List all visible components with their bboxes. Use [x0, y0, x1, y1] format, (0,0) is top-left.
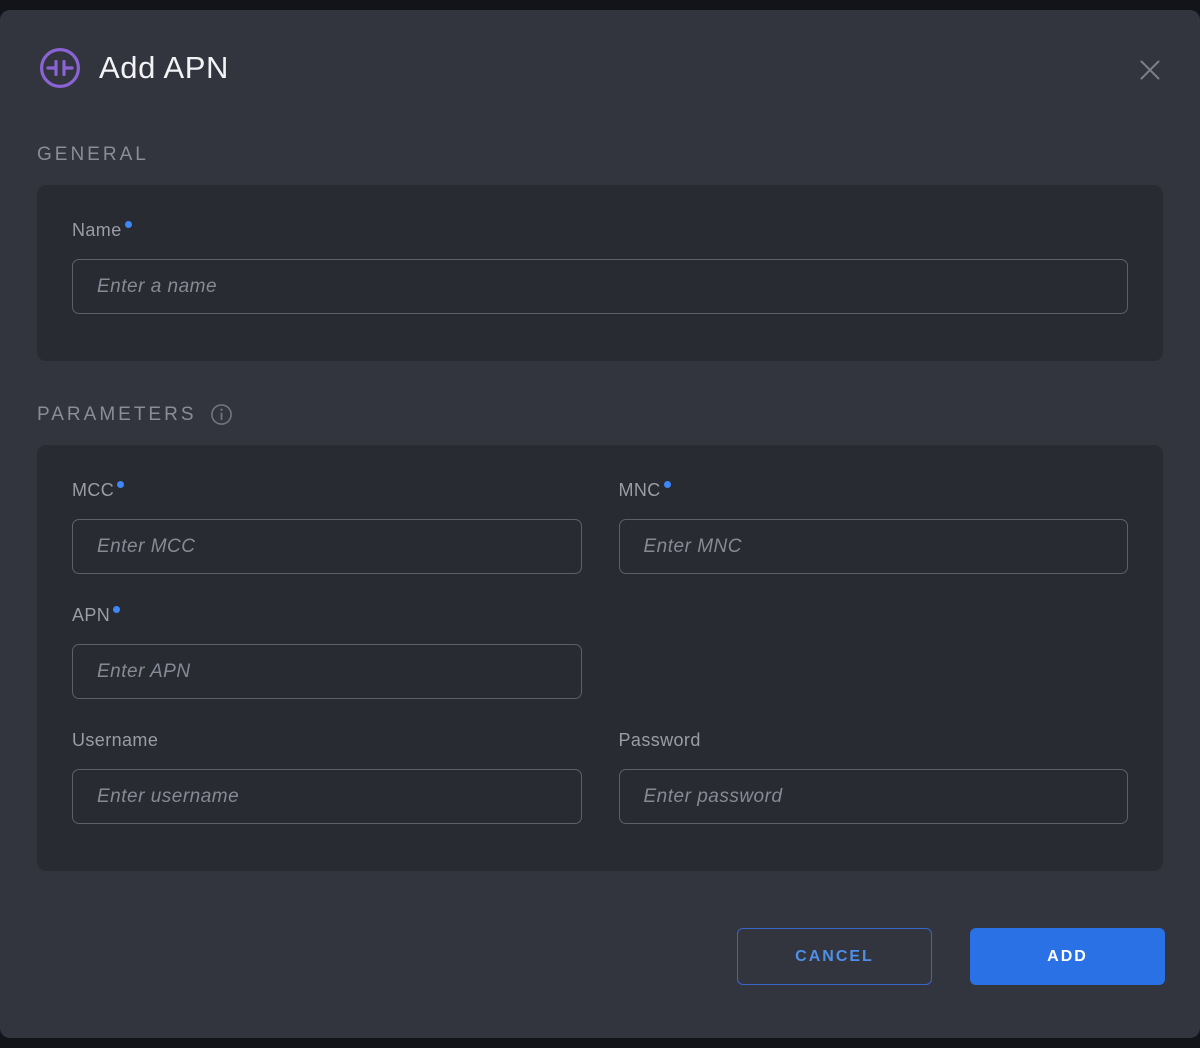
required-dot [117, 481, 124, 488]
modal-title: Add APN [99, 50, 229, 86]
add-apn-modal: Add APN GENERAL Name PARAMETERS [0, 10, 1200, 1038]
screen-backdrop: Add APN GENERAL Name PARAMETERS [0, 0, 1200, 1048]
required-dot [125, 221, 132, 228]
cancel-button[interactable]: CANCEL [737, 928, 932, 985]
mcc-label: MCC [72, 480, 582, 501]
section-parameters-label: PARAMETERS [37, 404, 197, 426]
password-input[interactable] [619, 769, 1129, 824]
modal-footer: CANCEL ADD [0, 928, 1200, 985]
username-input[interactable] [72, 769, 582, 824]
field-password: Password [619, 730, 1129, 824]
parameters-grid: MCC MNC APN Username Password [72, 480, 1128, 824]
apn-input[interactable] [72, 644, 582, 699]
password-label-text: Password [619, 730, 701, 750]
apn-connector-icon [38, 46, 82, 90]
required-dot [664, 481, 671, 488]
empty-grid-cell [619, 605, 1129, 699]
mnc-input[interactable] [619, 519, 1129, 574]
apn-label-text: APN [72, 605, 110, 625]
field-name: Name [72, 220, 1128, 314]
username-label-text: Username [72, 730, 158, 750]
field-apn: APN [72, 605, 582, 699]
info-icon[interactable] [210, 403, 233, 426]
add-button[interactable]: ADD [970, 928, 1165, 985]
section-header-general: GENERAL [37, 144, 1163, 166]
field-mnc: MNC [619, 480, 1129, 574]
name-label: Name [72, 220, 1128, 241]
apn-label: APN [72, 605, 582, 626]
parameters-card: MCC MNC APN Username Password [37, 445, 1163, 871]
field-username: Username [72, 730, 582, 824]
mnc-label-text: MNC [619, 480, 661, 500]
field-mcc: MCC [72, 480, 582, 574]
modal-header: Add APN [0, 10, 1200, 90]
mcc-input[interactable] [72, 519, 582, 574]
section-header-parameters: PARAMETERS [37, 403, 1163, 426]
general-card: Name [37, 185, 1163, 361]
mnc-label: MNC [619, 480, 1129, 501]
name-input[interactable] [72, 259, 1128, 314]
required-dot [113, 606, 120, 613]
username-label: Username [72, 730, 582, 751]
close-icon[interactable] [1132, 52, 1168, 88]
section-general-label: GENERAL [37, 144, 149, 166]
name-label-text: Name [72, 220, 122, 240]
password-label: Password [619, 730, 1129, 751]
mcc-label-text: MCC [72, 480, 114, 500]
